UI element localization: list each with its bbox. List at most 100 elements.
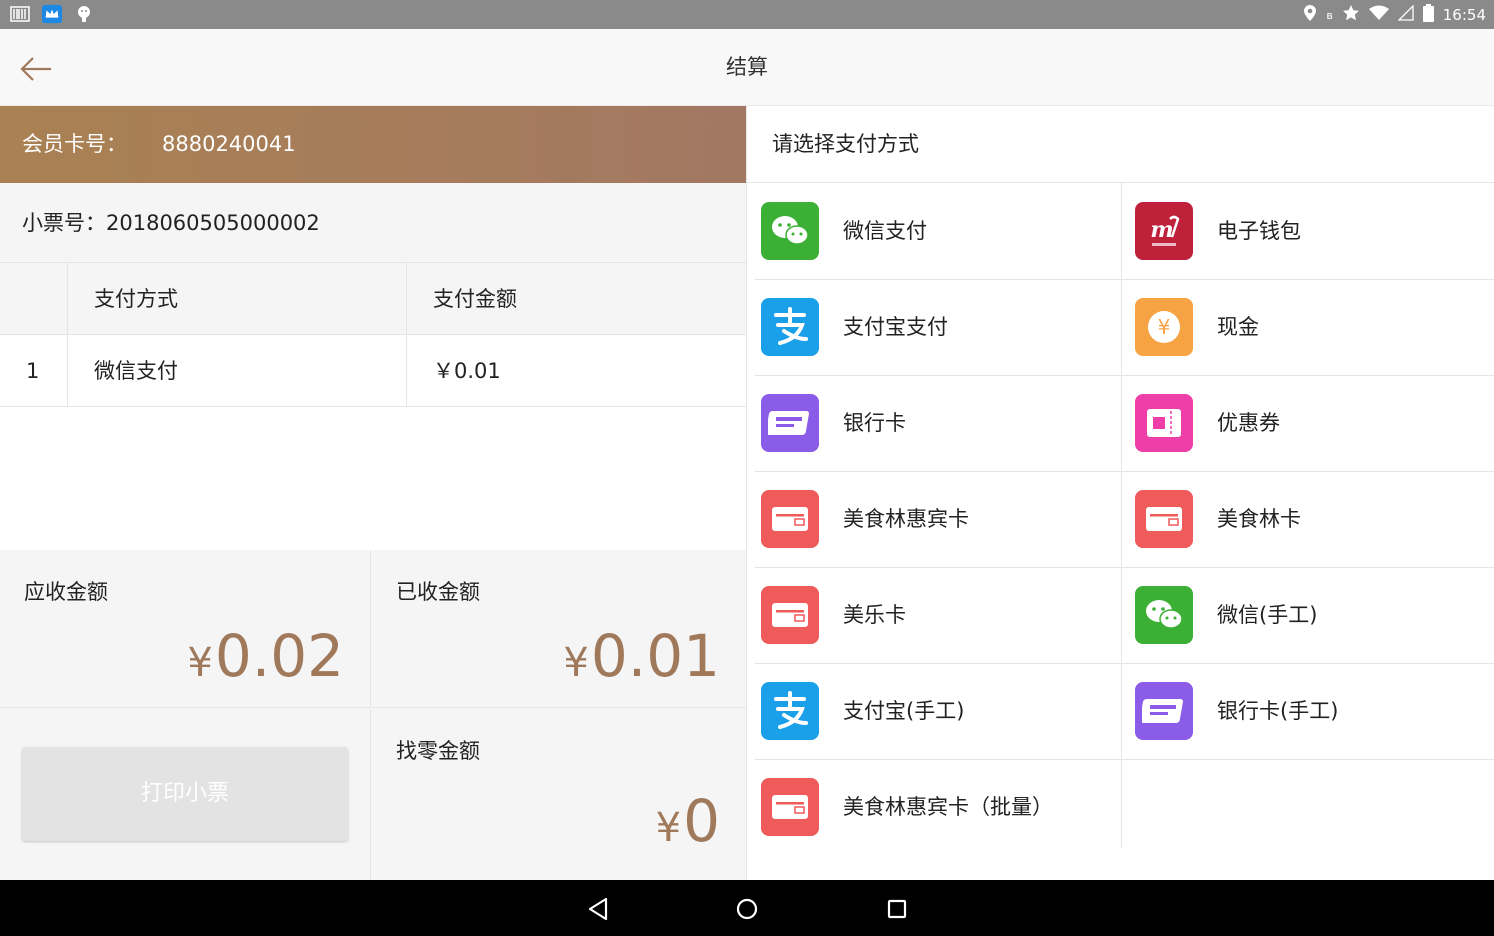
table-row[interactable]: 1 微信支付 ￥0.01 bbox=[0, 335, 746, 407]
header-index bbox=[0, 263, 68, 334]
payment-method-label: 美食林卡 bbox=[1217, 507, 1301, 531]
receivable-box: 应收金额 ¥0.02 bbox=[0, 550, 371, 708]
header-amount: 支付金额 bbox=[433, 287, 517, 311]
payment-method-1[interactable]: 微信支付 bbox=[747, 183, 1121, 279]
payment-method-6[interactable]: 优惠券 bbox=[1121, 375, 1494, 471]
payment-method-label: 支付宝(手工) bbox=[843, 699, 965, 723]
alipay-icon bbox=[761, 682, 819, 740]
grid-row-divider bbox=[755, 471, 1494, 472]
nav-back-button[interactable] bbox=[583, 894, 613, 924]
payment-method-label: 现金 bbox=[1217, 315, 1259, 339]
card-icon bbox=[761, 778, 819, 836]
bluetooth-icon: ʙ bbox=[1326, 8, 1333, 22]
coupon-icon bbox=[1135, 394, 1193, 452]
change-currency: ¥ bbox=[655, 805, 682, 851]
payment-method-3[interactable]: 支付宝支付 bbox=[747, 279, 1121, 375]
payment-method-label: 美乐卡 bbox=[843, 603, 906, 627]
grid-row-divider bbox=[755, 663, 1494, 664]
grid-row-divider bbox=[755, 759, 1494, 760]
grid-row-divider bbox=[755, 279, 1494, 280]
svg-text:m: m bbox=[1150, 217, 1173, 243]
wechat-icon bbox=[1135, 586, 1193, 644]
row-amount: ￥0.01 bbox=[433, 359, 501, 383]
row-method: 微信支付 bbox=[68, 335, 407, 406]
received-value: ¥0.01 bbox=[563, 622, 720, 690]
unionpay-icon bbox=[1135, 682, 1193, 740]
payment-method-9[interactable]: 美乐卡 bbox=[747, 567, 1121, 663]
payment-method-8[interactable]: 美食林卡 bbox=[1121, 471, 1494, 567]
payments-table: 支付方式 支付金额 1 微信支付 ￥0.01 bbox=[0, 263, 746, 407]
print-receipt-button[interactable]: 打印小票 bbox=[22, 747, 348, 841]
battery-icon bbox=[1422, 4, 1434, 26]
cash-icon: ¥ bbox=[1135, 298, 1193, 356]
payment-method-7[interactable]: 美食林惠宾卡 bbox=[747, 471, 1121, 567]
crown-icon bbox=[42, 4, 62, 24]
received-box: 已收金额 ¥0.01 bbox=[372, 550, 746, 708]
payment-method-label: 支付宝支付 bbox=[843, 315, 948, 339]
header-method: 支付方式 bbox=[68, 263, 407, 334]
member-card-label: 会员卡号： bbox=[22, 132, 127, 156]
receivable-currency: ¥ bbox=[187, 640, 213, 686]
payment-method-label: 优惠券 bbox=[1217, 411, 1280, 435]
order-panel: 会员卡号： 8880240041 小票号：2018060505000002 支付… bbox=[0, 106, 746, 880]
nav-recents-icon bbox=[887, 899, 907, 919]
member-card-number: 8880240041 bbox=[162, 132, 296, 156]
payment-method-12[interactable]: 银行卡(手工) bbox=[1121, 663, 1494, 759]
nav-home-icon bbox=[736, 898, 758, 920]
location-icon bbox=[1303, 4, 1317, 26]
back-button[interactable] bbox=[14, 47, 58, 91]
ticket-number: 2018060505000002 bbox=[106, 211, 320, 235]
receivable-label: 应收金额 bbox=[24, 580, 108, 604]
status-time: 16:54 bbox=[1442, 6, 1486, 24]
receivable-amount: 0.02 bbox=[214, 622, 344, 690]
payment-method-label: 微信(手工) bbox=[1217, 603, 1318, 627]
table-empty-area bbox=[0, 407, 746, 550]
wechat-icon bbox=[761, 202, 819, 260]
system-nav-bar bbox=[0, 880, 1494, 936]
payment-method-13[interactable]: 美食林惠宾卡（批量） bbox=[747, 759, 1121, 855]
star-icon bbox=[1342, 4, 1360, 26]
back-arrow-icon bbox=[20, 57, 51, 81]
payment-select-title: 请选择支付方式 bbox=[747, 106, 1494, 183]
row-index: 1 bbox=[0, 335, 68, 406]
payment-method-4[interactable]: ¥ 现金 bbox=[1121, 279, 1494, 375]
member-card-bar: 会员卡号： 8880240041 bbox=[0, 106, 746, 183]
change-box: 找零金额 ¥0 bbox=[372, 709, 746, 880]
payment-method-panel: 请选择支付方式 微信支付 m 电子钱包 支付宝支付 ¥ 现金 银行卡 优惠券 美食林惠宾卡 美食林… bbox=[746, 106, 1494, 880]
status-bar: ʙ 16:54 bbox=[0, 0, 1494, 29]
payment-method-label: 微信支付 bbox=[843, 219, 927, 243]
received-amount: 0.01 bbox=[590, 622, 720, 690]
payment-method-5[interactable]: 银行卡 bbox=[747, 375, 1121, 471]
wifi-icon bbox=[1368, 5, 1389, 25]
wallet-logo-icon: m bbox=[1135, 202, 1193, 260]
ticket-label: 小票号： bbox=[22, 211, 106, 235]
payment-method-10[interactable]: 微信(手工) bbox=[1121, 567, 1494, 663]
svg-text:¥: ¥ bbox=[1158, 315, 1171, 339]
payment-method-2[interactable]: m 电子钱包 bbox=[1121, 183, 1494, 279]
nav-home-button[interactable] bbox=[732, 894, 762, 924]
print-area: 打印小票 bbox=[0, 709, 371, 880]
page-title: 结算 bbox=[726, 55, 768, 79]
payment-method-11[interactable]: 支付宝(手工) bbox=[747, 663, 1121, 759]
nav-back-icon bbox=[588, 897, 608, 921]
payment-method-label: 银行卡(手工) bbox=[1217, 699, 1339, 723]
payment-method-label: 美食林惠宾卡 bbox=[843, 507, 969, 531]
grid-row-divider bbox=[755, 567, 1494, 568]
change-value: ¥0 bbox=[656, 787, 720, 855]
change-amount: 0 bbox=[683, 787, 720, 855]
nav-recents-button[interactable] bbox=[882, 894, 912, 924]
card-icon bbox=[761, 586, 819, 644]
payment-method-label: 银行卡 bbox=[843, 411, 906, 435]
card-icon bbox=[1135, 490, 1193, 548]
change-label: 找零金额 bbox=[396, 739, 480, 763]
signal-icon bbox=[1397, 4, 1414, 25]
grid-row-divider bbox=[755, 375, 1494, 376]
table-header: 支付方式 支付金额 bbox=[0, 263, 746, 335]
alipay-icon bbox=[761, 298, 819, 356]
payment-method-label: 电子钱包 bbox=[1217, 219, 1301, 243]
receivable-value: ¥0.02 bbox=[187, 622, 344, 690]
unionpay-icon bbox=[761, 394, 819, 452]
ticket-number-row: 小票号：2018060505000002 bbox=[0, 183, 746, 263]
received-label: 已收金额 bbox=[396, 580, 480, 604]
payment-method-label: 美食林惠宾卡（批量） bbox=[843, 795, 1053, 819]
